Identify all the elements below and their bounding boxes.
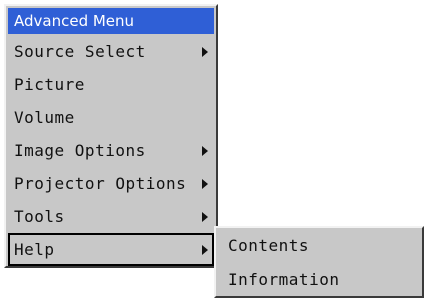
submenu-arrow-icon — [202, 47, 208, 57]
menu-item-label: Tools — [14, 207, 65, 226]
menu-item-label: Picture — [14, 75, 85, 94]
menu-item-label: Image Options — [14, 141, 146, 160]
menu-item-image-options[interactable]: Image Options — [8, 134, 214, 167]
submenu-arrow-icon — [202, 179, 208, 189]
menu-item-source-select[interactable]: Source Select — [8, 35, 214, 68]
submenu-item-information[interactable]: Information — [218, 264, 420, 296]
menu-item-label: Help — [14, 240, 55, 259]
help-submenu: Contents Information — [214, 226, 424, 298]
submenu-arrow-icon — [202, 245, 208, 255]
submenu-arrow-icon — [202, 212, 208, 222]
menu-item-label: Source Select — [14, 42, 146, 61]
menu-item-label: Projector Options — [14, 174, 187, 193]
menu-item-volume[interactable]: Volume — [8, 101, 214, 134]
menu-title: Advanced Menu — [8, 8, 214, 34]
menu-item-picture[interactable]: Picture — [8, 68, 214, 101]
menu-item-help[interactable]: Help — [8, 233, 214, 266]
menu-item-projector-options[interactable]: Projector Options — [8, 167, 214, 200]
menu-item-tools[interactable]: Tools — [8, 200, 214, 233]
advanced-menu: Advanced Menu Source Select Picture Volu… — [4, 4, 218, 268]
submenu-arrow-icon — [202, 146, 208, 156]
submenu-item-contents[interactable]: Contents — [218, 230, 420, 262]
menu-item-label: Volume — [14, 108, 75, 127]
